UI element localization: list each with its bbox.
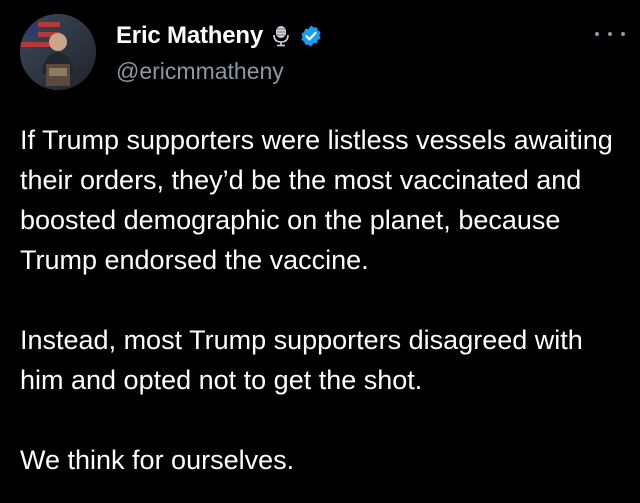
more-options-icon[interactable] bbox=[595, 24, 625, 44]
display-name-row: Eric Matheny bbox=[116, 20, 323, 52]
tweet-card: Eric Matheny @ericmmatheny If Trump supp… bbox=[0, 0, 640, 503]
more-dot bbox=[621, 32, 625, 36]
tweet-paragraph: If Trump supporters were listless vessel… bbox=[20, 125, 613, 275]
avatar-image bbox=[20, 14, 96, 90]
tweet-paragraph: We think for ourselves. bbox=[20, 445, 295, 475]
display-name[interactable]: Eric Matheny bbox=[116, 22, 263, 50]
tweet-paragraph: Instead, most Trump supporters disagreed… bbox=[20, 325, 583, 395]
user-handle[interactable]: @ericmmatheny bbox=[116, 58, 323, 85]
tweet-text: If Trump supporters were listless vessel… bbox=[20, 120, 625, 480]
more-dot bbox=[595, 32, 599, 36]
more-dot bbox=[608, 32, 612, 36]
user-names: Eric Matheny @ericmmatheny bbox=[116, 20, 323, 85]
tweet-header: Eric Matheny @ericmmatheny bbox=[20, 14, 625, 94]
microphone-icon bbox=[269, 24, 293, 48]
avatar[interactable] bbox=[20, 14, 96, 90]
verified-badge-icon[interactable] bbox=[299, 24, 323, 48]
